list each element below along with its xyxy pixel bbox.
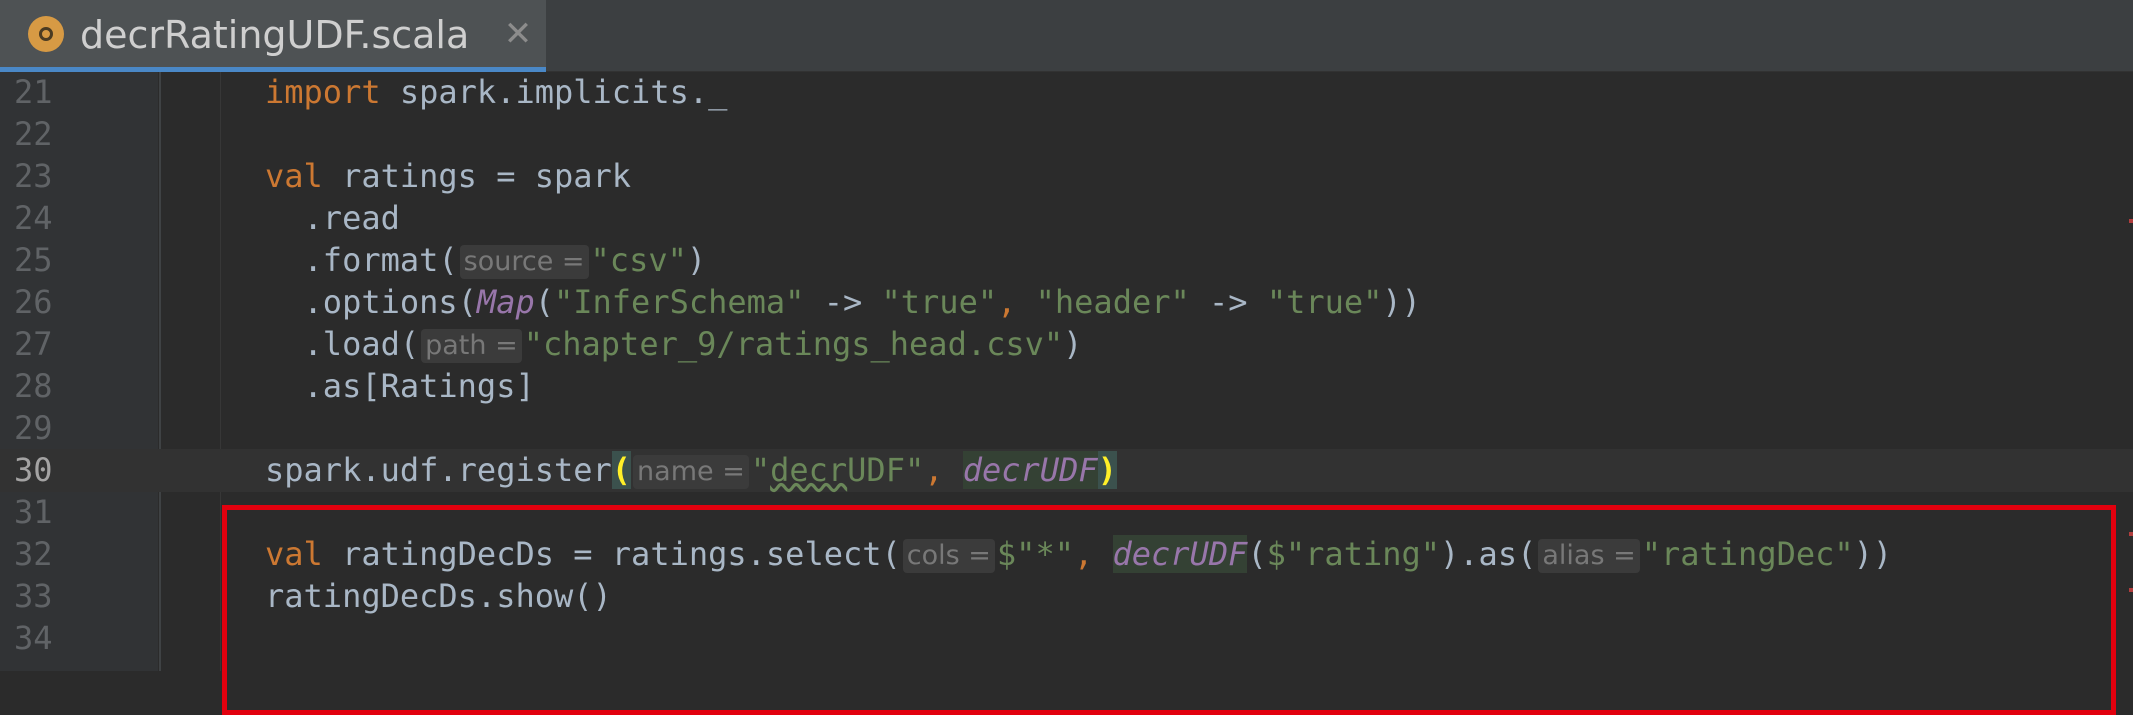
code-token: ) xyxy=(686,241,707,279)
code-text: .options(Map("InferSchema" -> "true", "h… xyxy=(265,281,1421,324)
code-token: spark.udf.register xyxy=(265,451,612,489)
code-token: ( xyxy=(611,451,632,489)
line-number: 32 xyxy=(14,535,53,573)
line-number: 21 xyxy=(14,73,53,111)
line-number: 27 xyxy=(14,325,53,363)
code-text: .read xyxy=(265,197,400,240)
line-number: 24 xyxy=(14,199,53,237)
editor-tab-bar: decrRatingUDF.scala ✕ xyxy=(0,0,2133,72)
code-token: ( xyxy=(534,283,554,321)
line-number: 34 xyxy=(14,619,53,657)
code-token: " xyxy=(750,451,771,489)
code-token: "InferSchema" xyxy=(553,283,805,321)
line-number: 29 xyxy=(14,409,53,447)
code-token: decr xyxy=(770,451,848,489)
code-token: .options( xyxy=(265,283,477,321)
code-line[interactable]: 23 val ratings = spark xyxy=(0,155,2133,198)
parameter-hint: path = xyxy=(421,329,522,363)
parameter-hint: name = xyxy=(633,455,749,489)
code-token: .load( xyxy=(265,325,420,363)
line-number: 22 xyxy=(14,115,53,153)
code-line[interactable]: 21 import spark.implicits._ xyxy=(0,71,2133,114)
tab-filename: decrRatingUDF.scala xyxy=(80,13,470,57)
close-icon[interactable]: ✕ xyxy=(503,12,533,56)
code-token: UDF" xyxy=(847,451,925,489)
code-token: , xyxy=(997,283,1017,321)
code-line[interactable]: 27 .load(path = "chapter_9/ratings_head.c… xyxy=(0,323,2133,366)
code-text: import spark.implicits._ xyxy=(265,71,727,114)
line-number: 23 xyxy=(14,157,53,195)
line-number: 26 xyxy=(14,283,53,321)
code-token: val xyxy=(265,157,323,195)
annotation-highlight-box xyxy=(222,505,2116,715)
code-token: -> xyxy=(1189,283,1267,321)
scala-object-icon xyxy=(28,16,64,52)
code-text: .format(source = "csv") xyxy=(265,239,706,282)
code-line[interactable]: 22 xyxy=(0,113,2133,156)
code-token: spark.implicits._ xyxy=(380,73,728,111)
code-token: .as[Ratings] xyxy=(265,367,535,405)
code-line[interactable]: 29 xyxy=(0,407,2133,450)
code-text: val ratings = spark xyxy=(265,155,631,198)
parameter-hint: source = xyxy=(459,245,589,279)
code-text: .load(path = "chapter_9/ratings_head.csv"… xyxy=(265,323,1082,366)
line-number: 33 xyxy=(14,577,53,615)
code-token: "true" xyxy=(1266,283,1383,321)
code-token: "header" xyxy=(1035,283,1190,321)
error-stripe-marker xyxy=(2129,219,2133,223)
error-stripe-marker xyxy=(2129,588,2133,592)
code-token: import xyxy=(265,73,381,111)
line-number: 31 xyxy=(14,493,53,531)
code-token: ratings = spark xyxy=(322,157,632,195)
line-number: 30 xyxy=(14,451,53,489)
code-token: ) xyxy=(1097,451,1117,489)
tab-decrratingudf-scala[interactable]: decrRatingUDF.scala ✕ xyxy=(0,0,546,72)
line-number: 25 xyxy=(14,241,53,279)
code-token: "true" xyxy=(881,283,998,321)
code-token: "csv" xyxy=(590,241,687,279)
code-line[interactable]: 24 .read xyxy=(0,197,2133,240)
code-token: ) xyxy=(1063,325,1083,363)
code-token: "chapter_9/ratings_head.csv" xyxy=(523,325,1064,363)
code-line[interactable]: 25 .format(source = "csv") xyxy=(0,239,2133,282)
code-token: .format( xyxy=(265,241,458,279)
code-line[interactable]: 30 spark.udf.register(name = "decrUDF", de… xyxy=(0,449,2133,492)
code-editor[interactable]: 21 import spark.implicits._ 22 23 val rating… xyxy=(0,71,2133,715)
code-line[interactable]: 26 .options(Map("InferSchema" -> "true",… xyxy=(0,281,2133,324)
line-number: 28 xyxy=(14,367,53,405)
code-token: , xyxy=(924,451,944,489)
code-token: Map xyxy=(476,283,535,321)
code-text: spark.udf.register(name = "decrUDF", decr… xyxy=(265,449,1117,492)
code-token: decrUDF xyxy=(962,451,1098,489)
error-stripe-marker xyxy=(2129,532,2133,536)
code-token: .read xyxy=(265,199,400,237)
code-token: )) xyxy=(1382,283,1421,321)
code-text: .as[Ratings] xyxy=(265,365,535,408)
code-line[interactable]: 28 .as[Ratings] xyxy=(0,365,2133,408)
code-token: -> xyxy=(804,283,882,321)
